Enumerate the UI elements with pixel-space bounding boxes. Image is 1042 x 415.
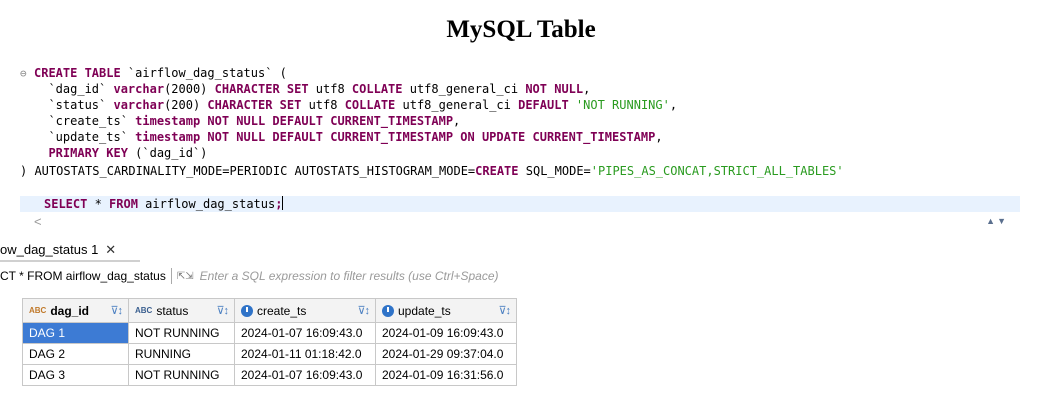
code-token: CHARACTER SET [214, 82, 309, 96]
cell-create-ts[interactable]: 2024-01-07 16:09:43.0 [234, 364, 376, 386]
code-token: CREATE [475, 164, 519, 178]
code-token: 'NOT RUNNING' [575, 98, 670, 112]
code-token: `airflow_dag_status` [127, 66, 273, 80]
code-token: ; [275, 197, 283, 211]
column-header-create-ts[interactable]: create_ts ⊽↕ [234, 298, 376, 323]
cell-dag-id[interactable]: DAG 1 [22, 322, 129, 344]
code-token: airflow_dag_status [137, 197, 276, 211]
code-token: , [583, 82, 591, 96]
code-token: FROM [109, 197, 138, 211]
key-text-type-icon: ABC [29, 306, 47, 315]
tab-results-label: ow_dag_status 1 [0, 242, 99, 257]
page-title: MySQL Table [446, 16, 596, 43]
filter-sort-icon[interactable]: ⊽↕ [110, 304, 123, 317]
cell-update-ts[interactable]: 2024-01-09 16:31:56.0 [375, 364, 517, 386]
code-token: ) AUTOSTATS_CARDINALITY_MODE=PERIODIC AU… [20, 164, 476, 178]
cell-status[interactable]: NOT RUNNING [128, 364, 235, 386]
cell-status[interactable]: RUNNING [128, 343, 235, 365]
code-token: utf8 [301, 98, 345, 112]
code-line-select: SELECT * FROM airflow_dag_status; [20, 196, 1020, 212]
filter-sort-icon[interactable]: ⊽↕ [498, 304, 511, 317]
code-token: (`dag_id`) [127, 146, 208, 160]
code-line-3: `status` varchar(200) CHARACTER SET utf8… [34, 97, 1020, 113]
clock-icon [241, 304, 253, 317]
code-token: utf8_general_ci [402, 82, 526, 96]
results-grid: ABC dag_id ⊽↕ ABC status ⊽↕ create_ts ⊽↕… [22, 298, 517, 386]
code-token: ( [272, 66, 287, 80]
code-line-5: `update_ts` timestamp NOT NULL DEFAULT C… [34, 129, 1020, 145]
code-token: varchar [113, 82, 165, 96]
code-token: timestamp NOT NULL DEFAULT CURRENT_TIMES… [135, 114, 454, 128]
code-line-1: CREATE TABLE `airflow_dag_status` ( [34, 65, 1020, 81]
fold-icon[interactable]: ⊖ [20, 66, 27, 82]
code-token: utf8 [308, 82, 352, 96]
table-row[interactable]: DAG 2 RUNNING 2024-01-11 01:18:42.0 2024… [22, 343, 517, 365]
code-token: CREATE TABLE [34, 66, 128, 80]
filter-sort-icon[interactable]: ⊽↕ [216, 304, 229, 317]
cell-update-ts[interactable]: 2024-01-09 16:09:43.0 [375, 322, 517, 344]
column-header-update-ts[interactable]: update_ts ⊽↕ [375, 298, 517, 323]
clock-icon [382, 304, 394, 317]
column-header-label: create_ts [257, 303, 307, 318]
cell-dag-id[interactable]: DAG 3 [22, 364, 129, 386]
text-type-icon: ABC [135, 306, 153, 315]
table-row[interactable]: DAG 3 NOT RUNNING 2024-01-07 16:09:43.0 … [22, 364, 517, 386]
filter-input[interactable]: Enter a SQL expression to filter results… [200, 269, 499, 283]
code-token: SQL_MODE= [518, 164, 591, 178]
grid-header-row: ABC dag_id ⊽↕ ABC status ⊽↕ create_ts ⊽↕… [22, 298, 517, 323]
code-token: (200) [164, 98, 208, 112]
cell-create-ts[interactable]: 2024-01-07 16:09:43.0 [234, 322, 376, 344]
column-header-status[interactable]: ABC status ⊽↕ [128, 298, 235, 323]
code-token: * [87, 197, 110, 211]
code-token: DEFAULT [518, 98, 569, 112]
code-token: COLLATE [351, 82, 403, 96]
column-header-label: update_ts [398, 303, 451, 318]
close-icon[interactable]: ✕ [105, 242, 116, 257]
scroll-left-icon[interactable]: < [34, 214, 42, 229]
filter-divider [170, 268, 172, 284]
column-header-label: status [156, 303, 189, 318]
text-caret [282, 196, 284, 210]
scroll-up-down-icon[interactable]: ▲▼ [986, 216, 1008, 226]
column-header-dag-id[interactable]: ABC dag_id ⊽↕ [22, 298, 129, 323]
code-token: utf8_general_ci [395, 98, 519, 112]
cell-create-ts[interactable]: 2024-01-11 01:18:42.0 [234, 343, 376, 365]
sql-editor[interactable]: ⊖ CREATE TABLE `airflow_dag_status` ( `d… [20, 60, 1020, 220]
code-token: CHARACTER SET [207, 98, 302, 112]
code-token: `update_ts` [34, 130, 136, 144]
code-line-2: `dag_id` varchar(2000) CHARACTER SET utf… [34, 81, 1020, 97]
code-token: varchar [113, 98, 165, 112]
code-token: PRIMARY KEY [34, 146, 128, 160]
code-token: NOT NULL [525, 82, 584, 96]
code-line-7: ) AUTOSTATS_CARDINALITY_MODE=PERIODIC AU… [20, 163, 1020, 179]
code-token: 'PIPES_AS_CONCAT,STRICT_ALL_TABLES' [590, 164, 844, 178]
filter-query-label: CT * FROM airflow_dag_status [0, 269, 166, 283]
code-token: (2000) [164, 82, 215, 96]
code-token: `create_ts` [34, 114, 136, 128]
code-line-4: `create_ts` timestamp NOT NULL DEFAULT C… [34, 113, 1020, 129]
cell-update-ts[interactable]: 2024-01-29 09:37:04.0 [375, 343, 517, 365]
filter-bar: CT * FROM airflow_dag_status ⇱⇲ Enter a … [0, 264, 1000, 288]
code-token: `status` [34, 98, 114, 112]
tab-results[interactable]: ow_dag_status 1 ✕ [0, 238, 140, 262]
filter-sort-icon[interactable]: ⊽↕ [357, 304, 370, 317]
code-token: , [655, 130, 663, 144]
code-token: , [453, 114, 461, 128]
expand-icon[interactable]: ⇱⇲ [177, 271, 194, 282]
code-token: , [669, 98, 678, 112]
table-row[interactable]: DAG 1 NOT RUNNING 2024-01-07 16:09:43.0 … [22, 322, 517, 344]
code-token: timestamp NOT NULL DEFAULT CURRENT_TIMES… [135, 130, 656, 144]
column-header-label: dag_id [50, 303, 90, 318]
code-token: COLLATE [344, 98, 396, 112]
code-line-6: PRIMARY KEY (`dag_id`) [34, 145, 1020, 161]
cell-status[interactable]: NOT RUNNING [128, 322, 235, 344]
code-token: SELECT [44, 197, 88, 211]
editor-scroll-area: < ▲▼ [20, 214, 1020, 234]
cell-dag-id[interactable]: DAG 2 [22, 343, 129, 365]
code-token: `dag_id` [34, 82, 114, 96]
